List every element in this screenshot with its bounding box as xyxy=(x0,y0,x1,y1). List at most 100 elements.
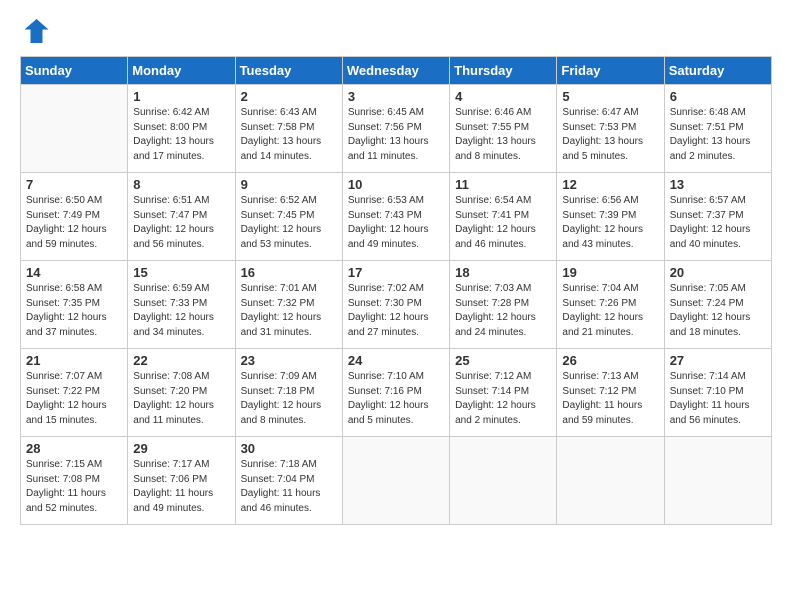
header xyxy=(20,16,772,46)
day-number: 19 xyxy=(562,265,658,280)
calendar-cell: 19 Sunrise: 7:04 AM Sunset: 7:26 PM Dayli… xyxy=(557,261,664,349)
day-info: Sunrise: 6:51 AM Sunset: 7:47 PM Dayligh… xyxy=(133,194,229,252)
day-info: Sunrise: 7:13 AM Sunset: 7:12 PM Dayligh… xyxy=(562,370,658,428)
calendar-header-tuesday: Tuesday xyxy=(235,57,342,85)
calendar-cell: 8 Sunrise: 6:51 AM Sunset: 7:47 PM Daylig… xyxy=(128,173,235,261)
calendar-header-saturday: Saturday xyxy=(664,57,771,85)
calendar-cell: 7 Sunrise: 6:50 AM Sunset: 7:49 PM Daylig… xyxy=(21,173,128,261)
calendar-cell: 6Sunrise: 6:48 AM Sunset: 7:51 PM Daylig… xyxy=(664,85,771,173)
day-info: Sunrise: 6:42 AM Sunset: 8:00 PM Dayligh… xyxy=(133,106,229,164)
day-info: Sunrise: 7:07 AM Sunset: 7:22 PM Dayligh… xyxy=(26,370,122,428)
day-info: Sunrise: 7:09 AM Sunset: 7:18 PM Dayligh… xyxy=(241,370,337,428)
calendar-cell: 18Sunrise: 7:03 AM Sunset: 7:28 PM Dayli… xyxy=(450,261,557,349)
day-info: Sunrise: 7:18 AM Sunset: 7:04 PM Dayligh… xyxy=(241,458,337,516)
day-info: Sunrise: 7:10 AM Sunset: 7:16 PM Dayligh… xyxy=(348,370,444,428)
calendar-cell: 2Sunrise: 6:43 AM Sunset: 7:58 PM Daylig… xyxy=(235,85,342,173)
day-info: Sunrise: 7:17 AM Sunset: 7:06 PM Dayligh… xyxy=(133,458,229,516)
calendar-cell: 12 Sunrise: 6:56 AM Sunset: 7:39 PM Dayli… xyxy=(557,173,664,261)
day-info: Sunrise: 6:59 AM Sunset: 7:33 PM Dayligh… xyxy=(133,282,229,340)
day-info: Sunrise: 6:46 AM Sunset: 7:55 PM Dayligh… xyxy=(455,106,551,164)
calendar-cell: 9Sunrise: 6:52 AM Sunset: 7:45 PM Daylig… xyxy=(235,173,342,261)
day-number: 29 xyxy=(133,441,229,456)
calendar-cell: 25 Sunrise: 7:12 AM Sunset: 7:14 PM Dayli… xyxy=(450,349,557,437)
day-number: 12 xyxy=(562,177,658,192)
day-number: 10 xyxy=(348,177,444,192)
logo xyxy=(20,16,54,46)
day-info: Sunrise: 7:02 AM Sunset: 7:30 PM Dayligh… xyxy=(348,282,444,340)
calendar-cell: 22 Sunrise: 7:08 AM Sunset: 7:20 PM Dayli… xyxy=(128,349,235,437)
day-number: 13 xyxy=(670,177,766,192)
day-number: 20 xyxy=(670,265,766,280)
calendar-cell: 15 Sunrise: 6:59 AM Sunset: 7:33 PM Dayli… xyxy=(128,261,235,349)
day-number: 5 xyxy=(562,89,658,104)
calendar-week-3: 14Sunrise: 6:58 AM Sunset: 7:35 PM Dayli… xyxy=(21,261,772,349)
calendar-week-2: 7 Sunrise: 6:50 AM Sunset: 7:49 PM Daylig… xyxy=(21,173,772,261)
calendar-cell: 21 Sunrise: 7:07 AM Sunset: 7:22 PM Dayli… xyxy=(21,349,128,437)
day-number: 25 xyxy=(455,353,551,368)
calendar-cell: 11 Sunrise: 6:54 AM Sunset: 7:41 PM Dayli… xyxy=(450,173,557,261)
day-number: 17 xyxy=(348,265,444,280)
day-info: Sunrise: 7:05 AM Sunset: 7:24 PM Dayligh… xyxy=(670,282,766,340)
calendar-cell: 27Sunrise: 7:14 AM Sunset: 7:10 PM Dayli… xyxy=(664,349,771,437)
calendar-cell xyxy=(450,437,557,525)
calendar-cell: 1Sunrise: 6:42 AM Sunset: 8:00 PM Daylig… xyxy=(128,85,235,173)
calendar-cell: 30 Sunrise: 7:18 AM Sunset: 7:04 PM Dayli… xyxy=(235,437,342,525)
calendar-cell xyxy=(21,85,128,173)
page: SundayMondayTuesdayWednesdayThursdayFrid… xyxy=(0,0,792,612)
calendar-header-friday: Friday xyxy=(557,57,664,85)
calendar-cell: 17 Sunrise: 7:02 AM Sunset: 7:30 PM Dayli… xyxy=(342,261,449,349)
day-number: 4 xyxy=(455,89,551,104)
day-info: Sunrise: 7:08 AM Sunset: 7:20 PM Dayligh… xyxy=(133,370,229,428)
calendar-week-5: 28 Sunrise: 7:15 AM Sunset: 7:08 PM Dayli… xyxy=(21,437,772,525)
day-number: 15 xyxy=(133,265,229,280)
calendar-cell: 26 Sunrise: 7:13 AM Sunset: 7:12 PM Dayli… xyxy=(557,349,664,437)
day-number: 16 xyxy=(241,265,337,280)
day-number: 24 xyxy=(348,353,444,368)
calendar-cell: 14Sunrise: 6:58 AM Sunset: 7:35 PM Dayli… xyxy=(21,261,128,349)
calendar-header-monday: Monday xyxy=(128,57,235,85)
calendar-cell xyxy=(342,437,449,525)
calendar-cell: 16 Sunrise: 7:01 AM Sunset: 7:32 PM Dayli… xyxy=(235,261,342,349)
day-info: Sunrise: 6:58 AM Sunset: 7:35 PM Dayligh… xyxy=(26,282,122,340)
day-number: 26 xyxy=(562,353,658,368)
calendar-cell: 24 Sunrise: 7:10 AM Sunset: 7:16 PM Dayli… xyxy=(342,349,449,437)
day-info: Sunrise: 6:47 AM Sunset: 7:53 PM Dayligh… xyxy=(562,106,658,164)
calendar-cell: 23Sunrise: 7:09 AM Sunset: 7:18 PM Dayli… xyxy=(235,349,342,437)
day-number: 7 xyxy=(26,177,122,192)
calendar-cell: 4 Sunrise: 6:46 AM Sunset: 7:55 PM Daylig… xyxy=(450,85,557,173)
calendar-cell xyxy=(664,437,771,525)
day-info: Sunrise: 6:54 AM Sunset: 7:41 PM Dayligh… xyxy=(455,194,551,252)
logo-icon xyxy=(20,16,50,46)
day-info: Sunrise: 7:15 AM Sunset: 7:08 PM Dayligh… xyxy=(26,458,122,516)
day-number: 2 xyxy=(241,89,337,104)
day-number: 8 xyxy=(133,177,229,192)
day-number: 30 xyxy=(241,441,337,456)
calendar-header-row: SundayMondayTuesdayWednesdayThursdayFrid… xyxy=(21,57,772,85)
calendar-header-sunday: Sunday xyxy=(21,57,128,85)
calendar-cell: 13 Sunrise: 6:57 AM Sunset: 7:37 PM Dayli… xyxy=(664,173,771,261)
calendar-cell: 20 Sunrise: 7:05 AM Sunset: 7:24 PM Dayli… xyxy=(664,261,771,349)
day-number: 6 xyxy=(670,89,766,104)
day-info: Sunrise: 7:04 AM Sunset: 7:26 PM Dayligh… xyxy=(562,282,658,340)
day-number: 28 xyxy=(26,441,122,456)
day-number: 27 xyxy=(670,353,766,368)
day-info: Sunrise: 6:57 AM Sunset: 7:37 PM Dayligh… xyxy=(670,194,766,252)
day-info: Sunrise: 6:50 AM Sunset: 7:49 PM Dayligh… xyxy=(26,194,122,252)
day-number: 18 xyxy=(455,265,551,280)
calendar-cell: 29 Sunrise: 7:17 AM Sunset: 7:06 PM Dayli… xyxy=(128,437,235,525)
calendar-cell xyxy=(557,437,664,525)
day-info: Sunrise: 7:01 AM Sunset: 7:32 PM Dayligh… xyxy=(241,282,337,340)
day-number: 21 xyxy=(26,353,122,368)
calendar-cell: 10Sunrise: 6:53 AM Sunset: 7:43 PM Dayli… xyxy=(342,173,449,261)
calendar-cell: 5 Sunrise: 6:47 AM Sunset: 7:53 PM Daylig… xyxy=(557,85,664,173)
day-number: 22 xyxy=(133,353,229,368)
day-number: 3 xyxy=(348,89,444,104)
day-info: Sunrise: 6:56 AM Sunset: 7:39 PM Dayligh… xyxy=(562,194,658,252)
calendar-week-4: 21 Sunrise: 7:07 AM Sunset: 7:22 PM Dayli… xyxy=(21,349,772,437)
day-number: 11 xyxy=(455,177,551,192)
day-info: Sunrise: 6:45 AM Sunset: 7:56 PM Dayligh… xyxy=(348,106,444,164)
day-info: Sunrise: 6:52 AM Sunset: 7:45 PM Dayligh… xyxy=(241,194,337,252)
calendar-header-wednesday: Wednesday xyxy=(342,57,449,85)
calendar-week-1: 1Sunrise: 6:42 AM Sunset: 8:00 PM Daylig… xyxy=(21,85,772,173)
day-info: Sunrise: 7:12 AM Sunset: 7:14 PM Dayligh… xyxy=(455,370,551,428)
